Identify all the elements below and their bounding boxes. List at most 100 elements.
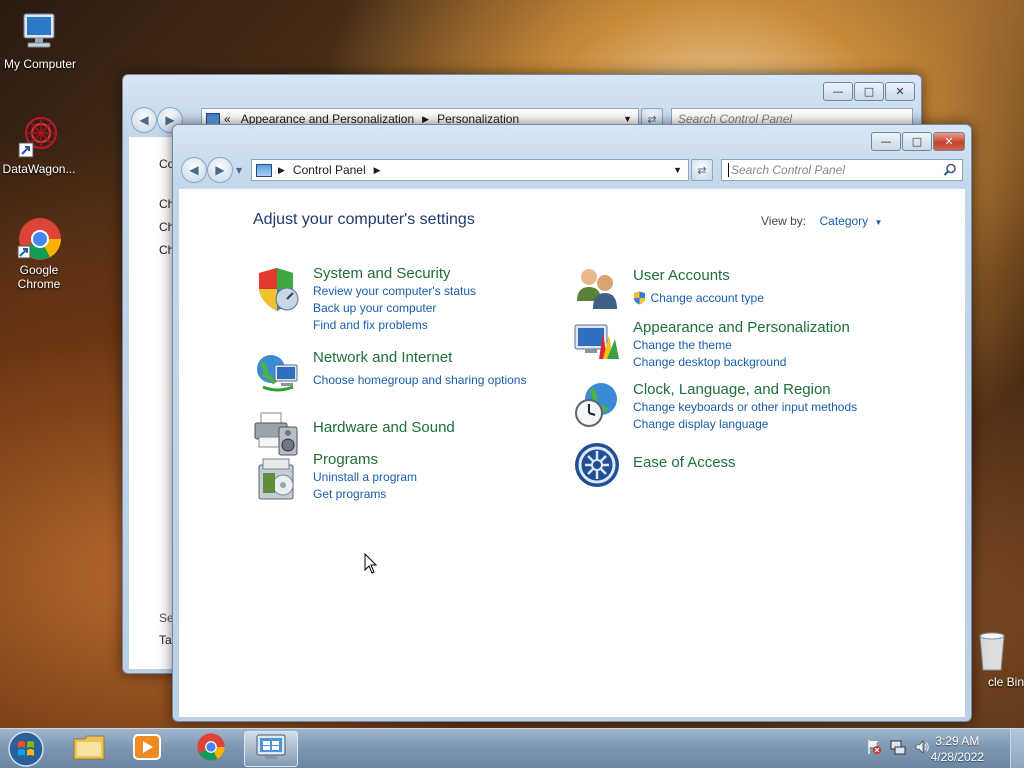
forward-button[interactable]: ▶: [207, 157, 233, 183]
recycle-bin-icon: [972, 630, 1012, 672]
breadcrumb-arrow-icon[interactable]: ▶: [422, 114, 429, 125]
category-ease-of-access: Ease of Access: [573, 441, 893, 491]
uninstall-program-link[interactable]: Uninstall a program: [313, 469, 573, 486]
desktop-icon-google-chrome[interactable]: Google Chrome: [0, 216, 79, 291]
users-icon[interactable]: [573, 265, 621, 313]
chevron-down-icon[interactable]: ▼: [875, 218, 883, 227]
system-and-security-link[interactable]: System and Security: [313, 265, 573, 283]
clock-globe-icon[interactable]: [573, 381, 621, 429]
caption-buttons: — □ ✕: [823, 82, 915, 101]
monitor-palette-icon[interactable]: [573, 319, 621, 367]
volume-icon[interactable]: [914, 739, 930, 759]
media-player-icon: [132, 733, 162, 765]
minimize-button[interactable]: —: [823, 82, 853, 101]
desktop-icon-label: My Computer: [3, 57, 77, 71]
change-keyboards-link[interactable]: Change keyboards or other input methods: [633, 399, 893, 416]
category-hardware-and-sound: Hardware and Sound: [253, 409, 553, 457]
minimize-button[interactable]: —: [871, 132, 901, 151]
nav-buttons: ◀ ▶ ▼: [181, 157, 242, 183]
close-button[interactable]: ✕: [885, 82, 915, 101]
taskbar-control-panel-button[interactable]: [244, 731, 298, 767]
desktop-icon-label: Google Chrome: [17, 263, 61, 291]
change-display-language-link[interactable]: Change display language: [633, 416, 893, 433]
control-panel-small-icon: [256, 163, 272, 177]
address-dropdown-icon[interactable]: ▼: [673, 165, 682, 175]
ease-of-access-link[interactable]: Ease of Access: [633, 454, 893, 472]
category-network-and-internet: Network and Internet Choose homegroup an…: [253, 349, 553, 399]
close-button[interactable]: ✕: [933, 132, 965, 151]
desktop-icon-my-computer[interactable]: My Computer: [0, 10, 80, 71]
chrome-icon: [196, 732, 226, 766]
desktop-icon-label: DataWagon...: [2, 162, 76, 176]
uac-shield-icon: [633, 291, 646, 305]
caption-buttons: — □ ✕: [871, 132, 965, 151]
taskbar: 3:29 AM 4/28/2022: [0, 728, 1024, 768]
clock-language-region-link[interactable]: Clock, Language, and Region: [633, 381, 893, 399]
control-panel-window[interactable]: — □ ✕ ◀ ▶ ▼ ▶ Control Panel ▶ ▼ ⇄ Search…: [172, 124, 972, 722]
search-placeholder: Search Control Panel: [731, 163, 846, 177]
network-icon[interactable]: [890, 739, 906, 759]
control-panel-icon: [255, 732, 287, 766]
view-by-dropdown[interactable]: Category ▼: [819, 214, 882, 228]
shield-icon[interactable]: [253, 265, 301, 313]
address-bar[interactable]: ▶ Control Panel ▶ ▼: [251, 159, 689, 181]
back-up-link[interactable]: Back up your computer: [313, 300, 573, 317]
show-desktop-button[interactable]: [1010, 729, 1024, 768]
mouse-pointer-icon: [364, 552, 378, 579]
taskbar-clock[interactable]: 3:29 AM 4/28/2022: [931, 733, 984, 765]
text-cursor: [728, 163, 729, 177]
change-account-type-link[interactable]: Change account type: [650, 291, 763, 305]
appearance-and-personalization-link[interactable]: Appearance and Personalization: [633, 319, 893, 337]
programs-link[interactable]: Programs: [313, 451, 573, 469]
search-icon[interactable]: [943, 163, 957, 180]
user-accounts-link[interactable]: User Accounts: [633, 267, 893, 285]
ease-of-access-icon[interactable]: [573, 441, 621, 489]
control-panel-content: Adjust your computer's settings View by:…: [179, 189, 965, 717]
breadcrumb-arrow-icon[interactable]: ▶: [374, 165, 381, 176]
page-title: Adjust your computer's settings: [253, 211, 475, 228]
desktop-icon-datawagon[interactable]: DataWagon...: [0, 115, 79, 176]
clock-date: 4/28/2022: [930, 750, 984, 764]
back-button[interactable]: ◀: [181, 157, 207, 183]
review-status-link[interactable]: Review your computer's status: [313, 283, 573, 300]
maximize-button[interactable]: □: [902, 132, 932, 151]
breadcrumb-control-panel[interactable]: Control Panel: [293, 163, 366, 177]
system-tray: [866, 739, 930, 759]
network-and-internet-link[interactable]: Network and Internet: [313, 349, 573, 367]
get-programs-link[interactable]: Get programs: [313, 486, 573, 503]
address-dropdown-icon[interactable]: ▼: [623, 114, 632, 124]
breadcrumb-arrow-icon[interactable]: ▶: [278, 165, 285, 176]
category-clock-language-region: Clock, Language, and Region Change keybo…: [573, 381, 893, 435]
change-desktop-background-link[interactable]: Change desktop background: [633, 354, 893, 371]
chrome-icon: [17, 216, 61, 260]
category-appearance-and-personalization: Appearance and Personalization Change th…: [573, 319, 893, 373]
programs-icon[interactable]: [253, 455, 301, 503]
find-fix-problems-link[interactable]: Find and fix problems: [313, 317, 573, 334]
desktop-icon-label: cle Bin: [987, 675, 1024, 689]
folder-icon: [73, 733, 105, 765]
view-by-value[interactable]: Category: [819, 214, 868, 228]
taskbar-media-player-button[interactable]: [120, 731, 174, 767]
view-by-label: View by:: [761, 214, 807, 228]
back-button[interactable]: ◀: [131, 107, 157, 133]
homegroup-sharing-link[interactable]: Choose homegroup and sharing options: [313, 372, 573, 389]
clock-time: 3:29 AM: [935, 734, 980, 748]
network-globe-icon[interactable]: [253, 349, 301, 397]
maximize-button[interactable]: □: [854, 82, 884, 101]
category-system-and-security: System and Security Review your computer…: [253, 265, 553, 335]
recent-pages-dropdown-icon[interactable]: ▼: [236, 166, 242, 183]
computer-icon: [18, 10, 62, 54]
taskbar-chrome-button[interactable]: [184, 731, 238, 767]
printer-speaker-icon[interactable]: [253, 409, 301, 457]
change-theme-link[interactable]: Change the theme: [633, 337, 893, 354]
category-user-accounts: User Accounts Change account type: [573, 265, 893, 315]
hardware-and-sound-link[interactable]: Hardware and Sound: [313, 419, 573, 437]
view-by-control: View by: Category ▼: [761, 214, 882, 228]
start-button[interactable]: [4, 730, 48, 768]
category-programs: Programs Uninstall a program Get program…: [253, 451, 553, 507]
datawagon-icon: [17, 115, 61, 159]
taskbar-explorer-button[interactable]: [62, 731, 116, 767]
action-center-flag-icon[interactable]: [866, 739, 882, 759]
search-input[interactable]: Search Control Panel: [721, 159, 963, 181]
refresh-button[interactable]: ⇄: [691, 159, 713, 181]
